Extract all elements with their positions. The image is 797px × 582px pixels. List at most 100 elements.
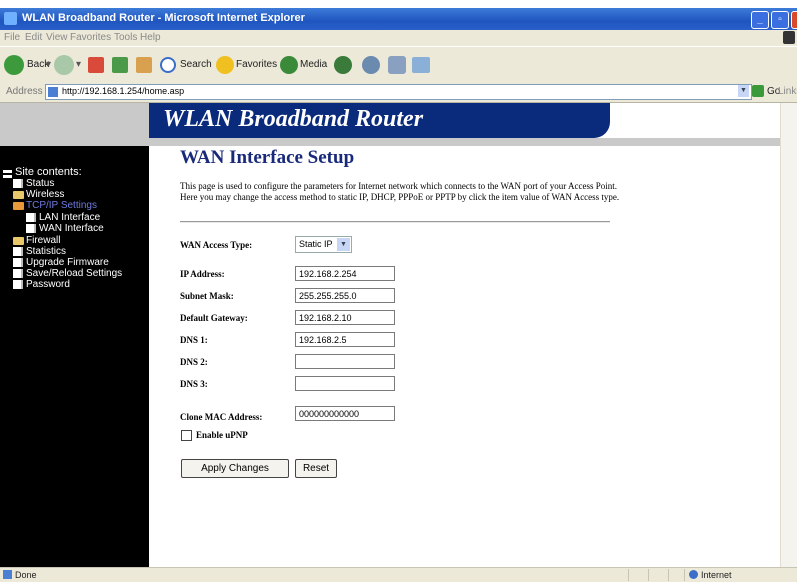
document-icon xyxy=(13,179,23,188)
sidebar-item-upgrade-firmware[interactable]: Upgrade Firmware xyxy=(26,257,109,268)
maximize-button[interactable]: ▫ xyxy=(771,11,789,29)
menu-edit[interactable]: Edit xyxy=(25,32,42,43)
close-button[interactable] xyxy=(791,11,797,29)
divider xyxy=(180,221,610,223)
status-separator xyxy=(684,569,685,581)
dns1-label: DNS 1: xyxy=(180,335,208,345)
page-icon xyxy=(48,87,58,97)
vertical-scrollbar[interactable] xyxy=(780,103,797,567)
go-arrow-icon[interactable] xyxy=(752,85,764,97)
sidebar-item-lan-interface[interactable]: LAN Interface xyxy=(39,212,100,223)
wan-access-type-value: Static IP xyxy=(299,239,333,249)
status-text: Done xyxy=(15,570,37,580)
search-icon[interactable] xyxy=(160,57,176,73)
apply-changes-button[interactable]: Apply Changes xyxy=(181,459,289,478)
sidebar-item-firewall[interactable]: Firewall xyxy=(26,235,60,246)
forward-arrow-icon[interactable] xyxy=(54,55,74,75)
status-separator xyxy=(628,569,629,581)
banner: WLAN Broadband Router xyxy=(149,103,610,138)
dns3-label: DNS 3: xyxy=(180,379,208,389)
document-icon xyxy=(13,258,23,267)
sidebar-item-status[interactable]: Status xyxy=(26,178,54,189)
favorites-star-icon[interactable] xyxy=(216,56,234,74)
ip-address-field[interactable]: 192.168.2.254 xyxy=(295,266,395,281)
back-dropdown-icon[interactable]: ▾ xyxy=(46,59,51,70)
favorites-label[interactable]: Favorites xyxy=(236,59,277,70)
dns2-field[interactable] xyxy=(295,354,395,369)
status-separator xyxy=(668,569,669,581)
links-button[interactable]: Links xyxy=(778,86,797,97)
sidebar-item-wireless[interactable]: Wireless xyxy=(26,189,64,200)
default-gateway-field[interactable]: 192.168.2.10 xyxy=(295,310,395,325)
menu-file[interactable]: File xyxy=(4,32,20,43)
sidebar-item-tcpip-settings[interactable]: TCP/IP Settings xyxy=(26,200,97,211)
page-content: WLAN Broadband Router Site contents: Sta… xyxy=(0,103,797,567)
menu-lines-icon xyxy=(3,170,12,173)
address-label: Address xyxy=(6,86,43,97)
home-icon[interactable] xyxy=(136,57,152,73)
document-icon xyxy=(26,224,36,233)
search-label[interactable]: Search xyxy=(180,59,212,70)
page-done-icon xyxy=(3,570,12,579)
document-icon xyxy=(26,213,36,222)
subnet-mask-field[interactable]: 255.255.255.0 xyxy=(295,288,395,303)
menu-view[interactable]: View xyxy=(46,32,68,43)
media-icon[interactable] xyxy=(280,56,298,74)
internet-zone-icon xyxy=(689,570,698,579)
reset-button[interactable]: Reset xyxy=(295,459,337,478)
open-folder-icon xyxy=(13,202,24,210)
document-icon xyxy=(13,280,23,289)
internet-zone-label: Internet xyxy=(701,570,732,580)
address-bar: Address http://192.168.1.254/home.asp ▼ … xyxy=(0,82,797,103)
sidebar-item-statistics[interactable]: Statistics xyxy=(26,246,66,257)
top-strip xyxy=(0,0,797,8)
sidebar-root-label: Site contents: xyxy=(15,166,82,178)
enable-upnp-checkbox[interactable] xyxy=(181,430,192,441)
address-url[interactable]: http://192.168.1.254/home.asp xyxy=(62,86,184,96)
dns1-field[interactable]: 192.168.2.5 xyxy=(295,332,395,347)
windows-flag-icon xyxy=(783,31,795,44)
wan-access-type-select[interactable]: Static IP ▼ xyxy=(295,236,352,253)
sidebar-item-wan-interface[interactable]: WAN Interface xyxy=(39,223,104,234)
document-icon xyxy=(13,269,23,278)
wan-access-type-label: WAN Access Type: xyxy=(180,240,253,250)
sidebar: Site contents: Status Wireless TCP/IP Se… xyxy=(0,146,149,567)
page-description: This page is used to configure the param… xyxy=(180,181,620,202)
menu-lines-icon-2 xyxy=(3,175,12,178)
edit-page-icon[interactable] xyxy=(412,57,430,73)
subnet-mask-label: Subnet Mask: xyxy=(180,291,234,301)
back-arrow-icon[interactable] xyxy=(4,55,24,75)
minimize-button[interactable]: _ xyxy=(751,11,769,29)
window-title: WLAN Broadband Router - Microsoft Intern… xyxy=(22,12,305,24)
default-gateway-label: Default Gateway: xyxy=(180,313,248,323)
banner-strip xyxy=(149,138,797,146)
stop-icon[interactable] xyxy=(88,57,104,73)
history-icon[interactable] xyxy=(334,56,352,74)
banner-title: WLAN Broadband Router xyxy=(163,106,424,132)
media-label[interactable]: Media xyxy=(300,59,327,70)
toolbar: Back ▾ ▾ Search Favorites Media xyxy=(0,46,797,84)
sidebar-item-save-reload-settings[interactable]: Save/Reload Settings xyxy=(26,268,122,279)
menu-bar: File Edit View Favorites Tools Help xyxy=(0,30,797,46)
ie-icon xyxy=(4,12,17,25)
clone-mac-field[interactable]: 000000000000 xyxy=(295,406,395,421)
page-title: WAN Interface Setup xyxy=(180,147,355,168)
address-dropdown-icon[interactable]: ▼ xyxy=(738,85,749,97)
ip-address-label: IP Address: xyxy=(180,269,225,279)
forward-dropdown-icon[interactable]: ▾ xyxy=(76,59,81,70)
enable-upnp-label: Enable uPNP xyxy=(196,430,248,440)
clone-mac-label: Clone MAC Address: xyxy=(180,412,263,422)
sidebar-item-password[interactable]: Password xyxy=(26,279,70,290)
dns3-field[interactable] xyxy=(295,376,395,391)
refresh-icon[interactable] xyxy=(112,57,128,73)
menu-help[interactable]: Help xyxy=(140,32,161,43)
chevron-down-icon[interactable]: ▼ xyxy=(337,238,350,251)
dns2-label: DNS 2: xyxy=(180,357,208,367)
menu-tools[interactable]: Tools xyxy=(114,32,137,43)
status-separator xyxy=(648,569,649,581)
window-title-bar: WLAN Broadband Router - Microsoft Intern… xyxy=(0,8,797,30)
print-icon[interactable] xyxy=(388,56,406,74)
mail-icon[interactable] xyxy=(362,56,380,74)
menu-favorites[interactable]: Favorites xyxy=(70,32,111,43)
address-field[interactable]: http://192.168.1.254/home.asp xyxy=(45,84,752,100)
